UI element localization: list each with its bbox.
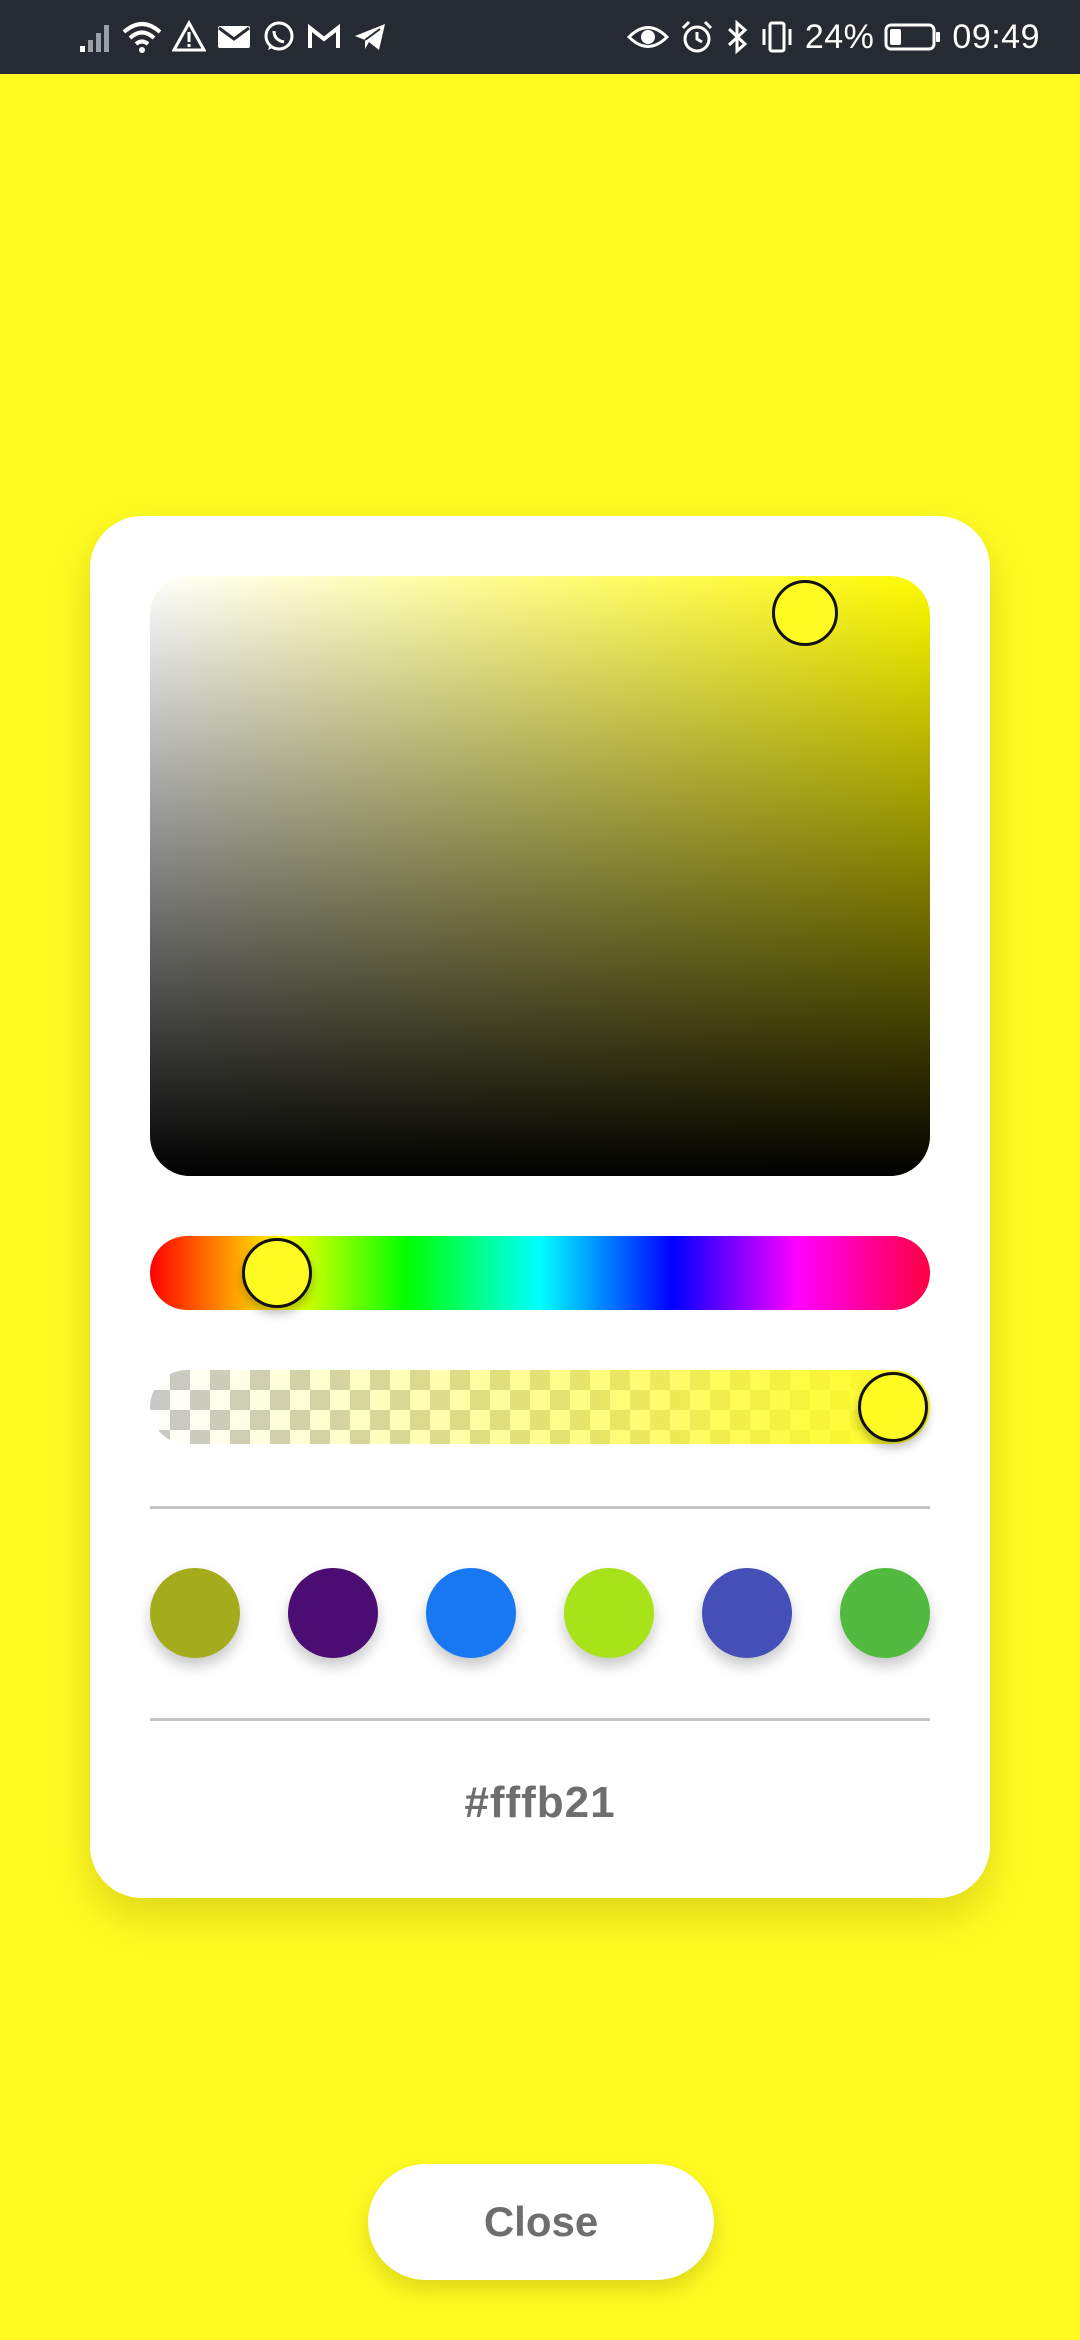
swatch-green[interactable] [840,1568,930,1658]
divider [150,1506,930,1509]
swatch-purple[interactable] [288,1568,378,1658]
alarm-icon [679,19,715,55]
telegram-icon [352,20,388,54]
wifi-icon [122,20,162,54]
hue-slider-handle[interactable] [242,1238,312,1308]
status-bar-left-icons [78,0,388,74]
mail-icon [216,20,252,54]
divider [150,1718,930,1721]
saturation-value-handle[interactable] [772,580,838,646]
close-button[interactable]: Close [368,2164,714,2280]
swatch-indigo[interactable] [702,1568,792,1658]
status-bar-right-icons: 24% 09:49 [626,0,1040,74]
warning-icon [172,20,206,54]
vibrate-icon [759,19,795,55]
swatch-olive[interactable] [150,1568,240,1658]
whatsapp-icon [262,20,296,54]
opacity-gradient [150,1370,930,1444]
hex-value-label: #fffb21 [464,1778,616,1827]
battery-percent: 24% [804,17,875,56]
clock: 09:49 [952,17,1040,56]
opacity-slider[interactable] [150,1370,930,1444]
value-gradient [150,576,930,1176]
eye-icon [626,20,669,54]
battery-icon [884,20,942,54]
status-bar: 24% 09:49 [0,0,1080,74]
saturation-value-area[interactable] [150,576,930,1176]
signal-icon [78,20,112,54]
bluetooth-icon [725,19,749,55]
gmail-icon [306,20,342,54]
swatch-blue[interactable] [426,1568,516,1658]
color-picker-card: #fffb21 [90,516,990,1898]
opacity-slider-handle[interactable] [858,1372,928,1442]
preset-swatches [150,1568,930,1658]
swatch-lime[interactable] [564,1568,654,1658]
